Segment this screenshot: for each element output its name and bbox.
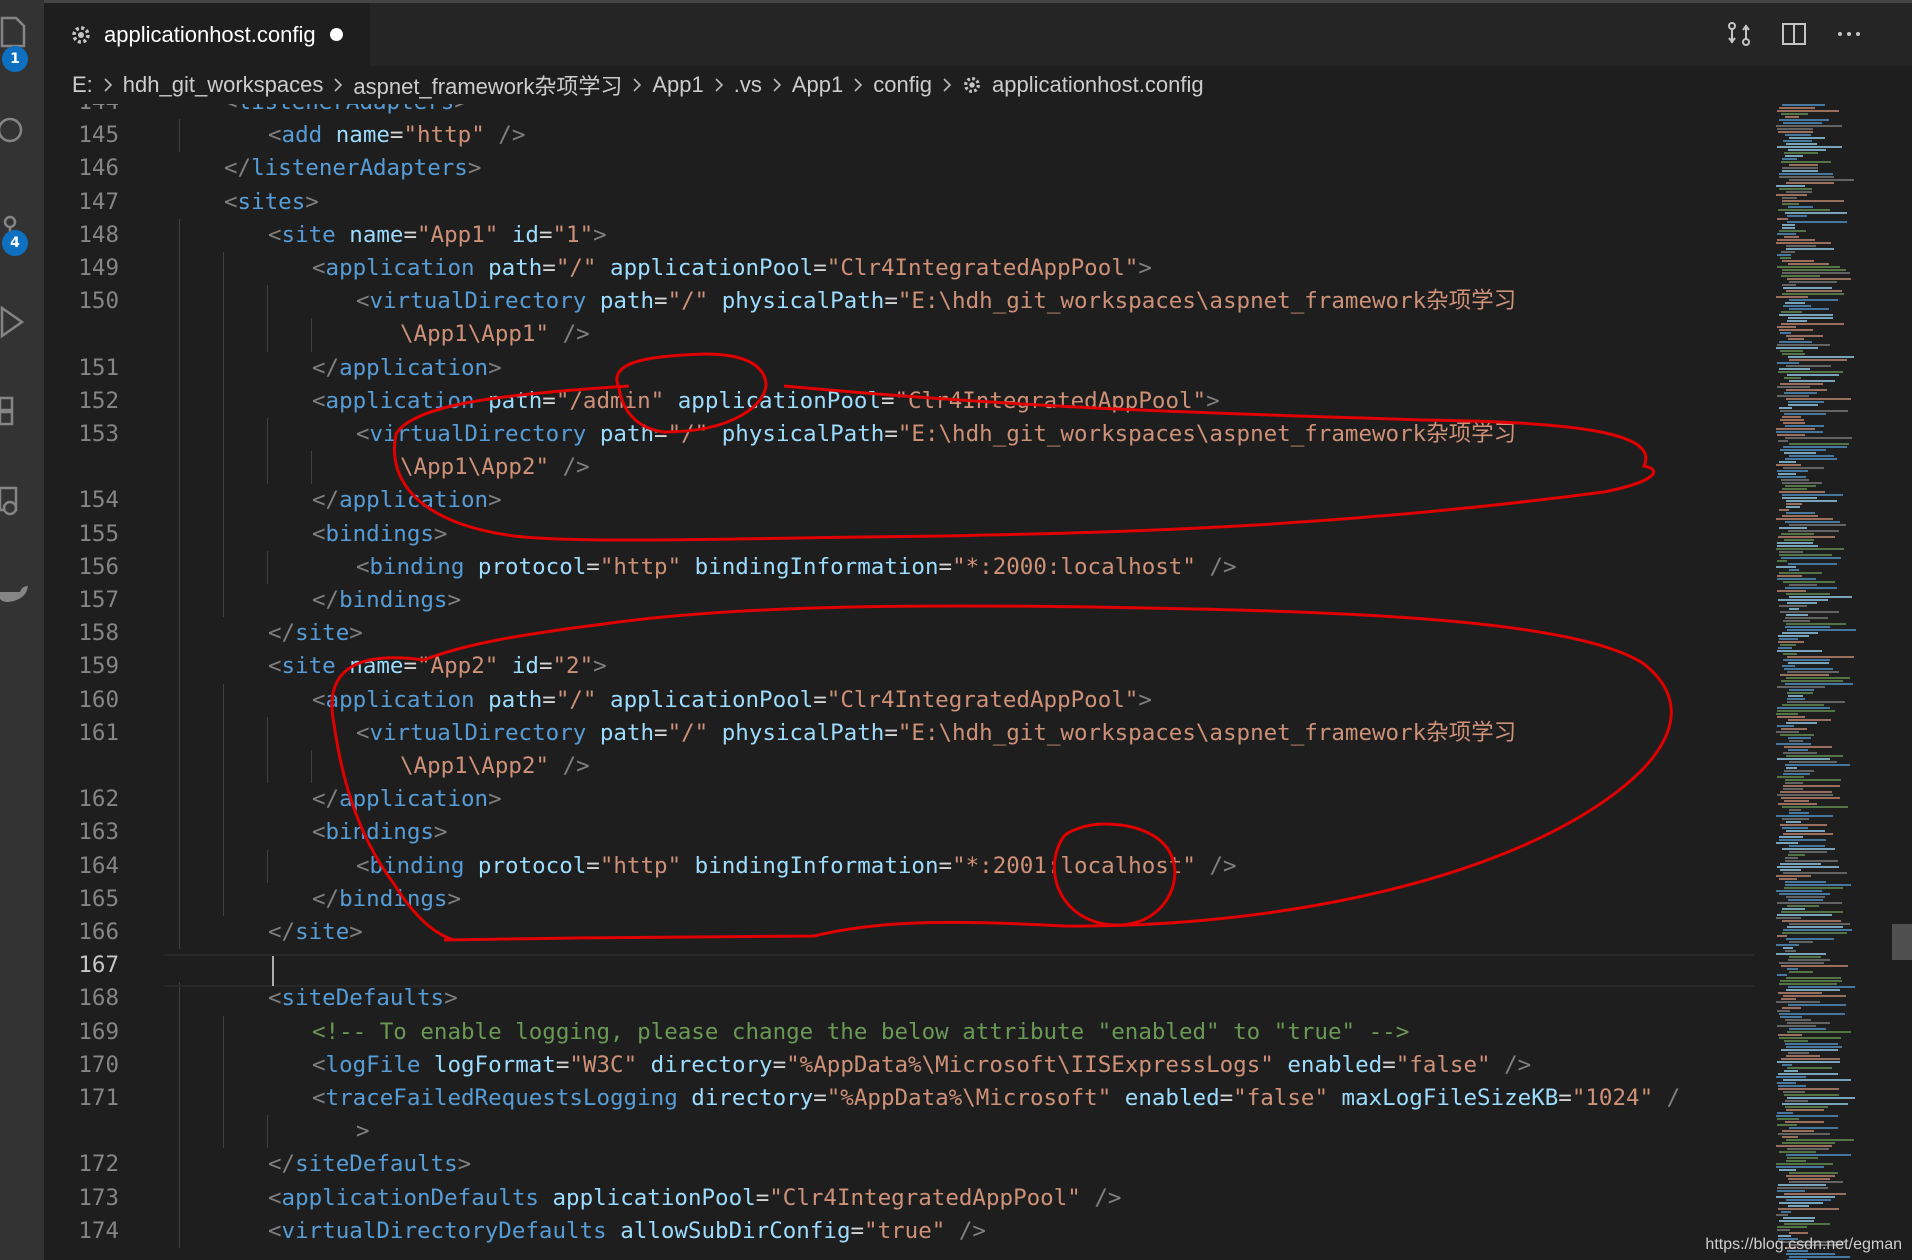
code-editor[interactable]: 144<listenerAdapters>145<add name="http"… <box>44 104 1772 1260</box>
chevron-right-icon <box>854 78 863 92</box>
source-control-icon[interactable]: 4 <box>0 200 44 260</box>
gear-icon <box>72 25 90 44</box>
app2-site-outline <box>330 604 1673 942</box>
red-annotations <box>330 352 1673 942</box>
gear-icon <box>964 77 980 93</box>
chevron-right-icon <box>633 78 642 92</box>
breadcrumb-item[interactable]: App1 <box>792 72 843 98</box>
unsaved-dot-icon[interactable] <box>329 28 343 41</box>
watermark: https://blog.csdn.net/egman <box>1705 1236 1902 1253</box>
activity-bar: 1 4 <box>0 0 44 1260</box>
chevron-right-icon <box>334 78 343 92</box>
split-editor-icon[interactable] <box>1779 19 1809 49</box>
chevron-right-icon <box>104 78 112 92</box>
files-badge: 1 <box>2 46 28 72</box>
docker-icon[interactable] <box>0 560 44 620</box>
source-control-badge: 4 <box>2 230 28 256</box>
minimap[interactable] <box>1772 104 1876 1260</box>
app-admin-application-outline <box>393 384 1656 542</box>
search-icon[interactable] <box>0 100 44 160</box>
breadcrumb-item[interactable]: E: <box>72 72 93 98</box>
breadcrumb-item[interactable]: .vs <box>734 72 762 98</box>
chevron-right-icon <box>773 78 782 92</box>
breadcrumb-item[interactable]: hdh_git_workspaces <box>123 72 324 98</box>
breadcrumb-item[interactable]: applicationhost.config <box>992 72 1204 98</box>
vertical-scrollbar[interactable] <box>1880 104 1912 1260</box>
more-actions-icon[interactable] <box>1834 19 1864 49</box>
tab-title: applicationhost.config <box>104 21 316 47</box>
admin-path-circle <box>615 352 768 434</box>
chevron-right-icon <box>943 78 952 92</box>
tab-applicationhost-config[interactable]: applicationhost.config <box>44 3 370 66</box>
files-icon[interactable]: 1 <box>0 0 44 72</box>
tab-bar: applicationhost.config <box>44 0 1912 66</box>
remote-explorer-icon[interactable] <box>0 470 44 530</box>
breadcrumb-item[interactable]: config <box>873 72 932 98</box>
extensions-icon[interactable] <box>0 380 44 440</box>
breadcrumb-item[interactable]: App1 <box>652 72 703 98</box>
breadcrumb: E: hdh_git_workspaces aspnet_framework杂项学习… <box>44 66 1894 104</box>
port-2001-circle <box>1052 822 1177 927</box>
chevron-right-icon <box>715 78 723 92</box>
breadcrumb-item[interactable]: aspnet_framework杂项学习 <box>353 69 622 101</box>
run-debug-icon[interactable] <box>0 290 44 350</box>
scrollbar-thumb[interactable] <box>1892 924 1912 960</box>
open-changes-icon[interactable] <box>1724 19 1754 49</box>
